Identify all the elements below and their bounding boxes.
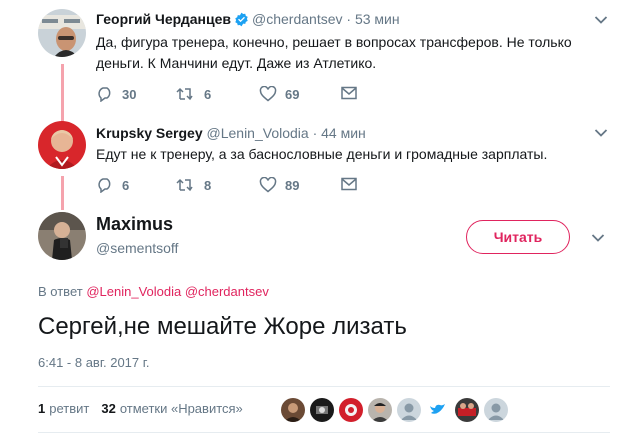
like-count: 69 bbox=[285, 86, 300, 102]
retweet-icon bbox=[176, 178, 193, 192]
chevron-down-icon[interactable] bbox=[591, 233, 605, 243]
tweet-actions: 30 6 69 bbox=[96, 86, 366, 106]
retweet-count: 6 bbox=[204, 86, 212, 102]
retweet-icon bbox=[176, 87, 193, 101]
reply-mentions-link[interactable]: @Lenin_Volodia @cherdantsev bbox=[86, 284, 269, 299]
message-button[interactable] bbox=[341, 86, 365, 100]
author-name[interactable]: Krupsky Sergey bbox=[96, 125, 203, 141]
retweet-button[interactable]: 8 bbox=[176, 177, 211, 193]
divider bbox=[38, 386, 610, 387]
liker-avatar[interactable] bbox=[281, 398, 305, 422]
tweet-actions: 6 8 89 bbox=[96, 177, 366, 197]
retweet-count[interactable]: 1 bbox=[38, 401, 45, 416]
chevron-down-icon[interactable] bbox=[594, 128, 608, 138]
liker-avatar[interactable] bbox=[368, 398, 392, 422]
tweet-text-line: Да, фигура тренера, конечно, решает в во… bbox=[96, 34, 572, 50]
like-count: 89 bbox=[285, 177, 300, 193]
engagement-stats: 1 ретвит 32 отметки «Нравится» bbox=[38, 401, 243, 416]
tweet-text-line: деньги. К Манчини едут. Даже из Атлетико… bbox=[96, 55, 377, 71]
tweet-text: Да, фигура тренера, конечно, решает в во… bbox=[96, 32, 572, 74]
retweet-button[interactable]: 6 bbox=[176, 86, 211, 102]
avatar[interactable] bbox=[38, 121, 86, 169]
reply-icon bbox=[98, 87, 111, 102]
like-button[interactable]: 69 bbox=[259, 86, 299, 102]
retweet-label[interactable]: ретвит bbox=[49, 401, 89, 416]
liker-avatar[interactable] bbox=[455, 398, 479, 422]
liker-avatar[interactable] bbox=[484, 398, 508, 422]
liker-avatar[interactable] bbox=[310, 398, 334, 422]
reply-context: В ответ @Lenin_Volodia @cherdantsev bbox=[38, 284, 269, 299]
reply-button[interactable]: 30 bbox=[96, 86, 136, 102]
author-handle[interactable]: @cherdantsev bbox=[252, 11, 342, 27]
like-label[interactable]: отметки «Нравится» bbox=[120, 401, 243, 416]
divider bbox=[38, 432, 610, 433]
avatar[interactable] bbox=[38, 9, 86, 57]
retweet-count: 8 bbox=[204, 177, 212, 193]
main-author-handle[interactable]: @sementsoff bbox=[96, 239, 178, 257]
chevron-down-icon[interactable] bbox=[594, 15, 608, 25]
message-button[interactable] bbox=[341, 177, 365, 191]
reply-icon bbox=[98, 178, 111, 193]
main-author-name[interactable]: Maximus bbox=[96, 213, 173, 235]
parent-tweet[interactable]: Krupsky Sergey @Lenin_Volodia · 44 мин Е… bbox=[0, 112, 640, 200]
tweet-time[interactable]: · 53 мин bbox=[346, 11, 399, 27]
liker-avatar[interactable] bbox=[397, 398, 421, 422]
tweet-time[interactable]: · 44 мин bbox=[313, 125, 366, 141]
author-name[interactable]: Георгий Черданцев bbox=[96, 11, 231, 27]
reply-count: 6 bbox=[122, 177, 130, 193]
reply-prefix: В ответ bbox=[38, 284, 83, 299]
follow-button[interactable]: Читать bbox=[466, 220, 570, 254]
like-button[interactable]: 89 bbox=[259, 177, 299, 193]
tweet-timestamp[interactable]: 6:41 - 8 авг. 2017 г. bbox=[38, 355, 150, 370]
avatar[interactable] bbox=[38, 212, 86, 260]
heart-icon bbox=[259, 177, 277, 193]
tweet-text: Едут не к тренеру, а за баснословные ден… bbox=[96, 144, 547, 165]
author-handle[interactable]: @Lenin_Volodia bbox=[207, 125, 309, 141]
reply-button[interactable]: 6 bbox=[96, 177, 129, 193]
liker-avatar[interactable] bbox=[339, 398, 363, 422]
liker-avatar[interactable] bbox=[426, 398, 450, 422]
verified-badge-icon bbox=[235, 12, 248, 27]
like-count[interactable]: 32 bbox=[101, 401, 115, 416]
envelope-icon bbox=[341, 86, 357, 100]
tweet-text: Сергей,не мешайте Жоре лизать bbox=[38, 313, 407, 340]
tweet-text-line: Едут не к тренеру, а за баснословные ден… bbox=[96, 146, 548, 162]
parent-tweet[interactable]: Георгий Черданцев @cherdantsev · 53 мин Д… bbox=[0, 0, 640, 112]
reply-count: 30 bbox=[122, 86, 137, 102]
heart-icon bbox=[259, 86, 277, 102]
envelope-icon bbox=[341, 177, 357, 191]
